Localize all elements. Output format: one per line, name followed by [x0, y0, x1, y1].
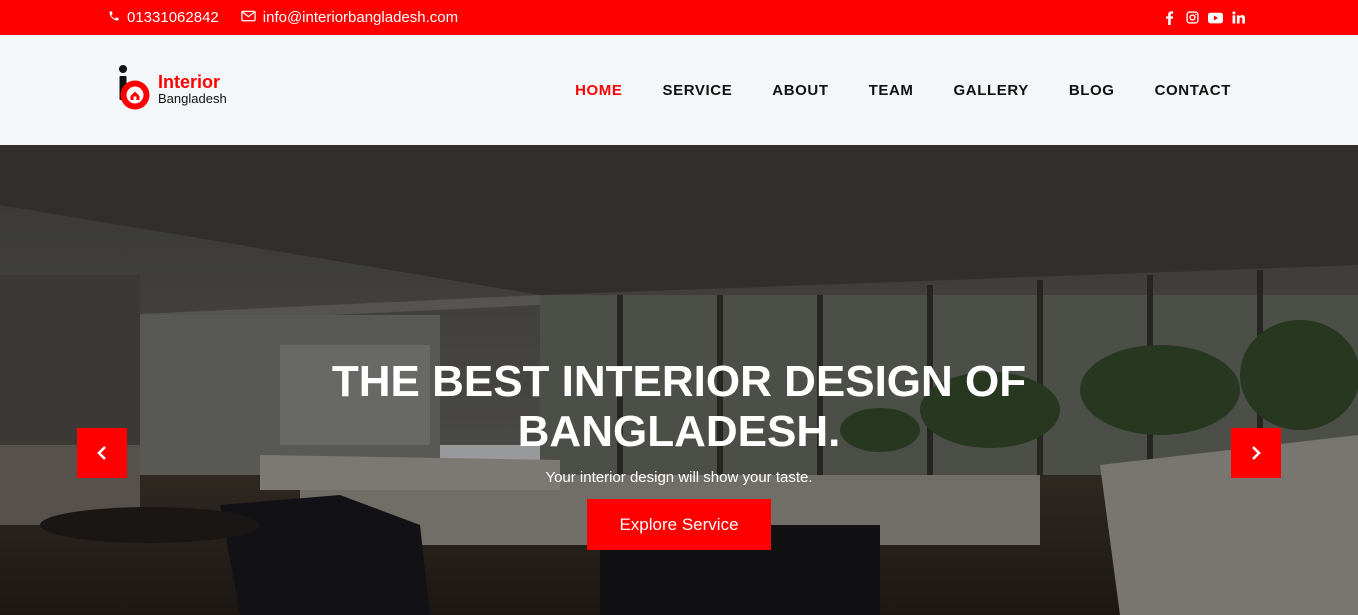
logo-line1: Interior	[158, 72, 221, 92]
slider-next-button[interactable]	[1231, 428, 1281, 478]
facebook-icon[interactable]	[1162, 10, 1177, 25]
nav-about[interactable]: ABOUT	[772, 82, 828, 99]
hero-headline-line2: BANGLADESH.	[517, 407, 841, 456]
site-header: Interior Bangladesh HOME SERVICE ABOUT T…	[0, 35, 1358, 145]
envelope-icon	[241, 9, 256, 26]
nav-home[interactable]: HOME	[575, 82, 622, 99]
hero-headline: THE BEST INTERIOR DESIGN OF BANGLADESH.	[0, 357, 1358, 457]
contact-info: 01331062842 info@interiorbangladesh.com	[108, 0, 458, 35]
chevron-left-icon	[97, 446, 106, 460]
email-contact[interactable]: info@interiorbangladesh.com	[241, 9, 458, 26]
phone-number: 01331062842	[127, 9, 219, 26]
logo-mark-icon	[119, 65, 150, 110]
site-logo[interactable]: Interior Bangladesh	[118, 63, 248, 115]
social-links	[1162, 0, 1246, 35]
nav-gallery[interactable]: GALLERY	[954, 82, 1029, 99]
nav-blog[interactable]: BLOG	[1069, 82, 1115, 99]
nav-contact[interactable]: CONTACT	[1155, 82, 1231, 99]
linkedin-icon[interactable]	[1231, 10, 1246, 25]
slider-prev-button[interactable]	[77, 428, 127, 478]
logo-text: Interior Bangladesh	[158, 73, 227, 105]
hero-subtitle: Your interior design will show your tast…	[545, 469, 813, 486]
phone-contact[interactable]: 01331062842	[108, 9, 219, 26]
explore-service-button[interactable]: Explore Service	[587, 499, 771, 550]
chevron-right-icon	[1252, 446, 1261, 460]
hero-slider: THE BEST INTERIOR DESIGN OF BANGLADESH. …	[0, 145, 1358, 615]
phone-icon	[108, 9, 120, 26]
logo-line2: Bangladesh	[158, 91, 227, 106]
top-bar: 01331062842 info@interiorbangladesh.com	[0, 0, 1358, 35]
main-nav: HOME SERVICE ABOUT TEAM GALLERY BLOG CON…	[575, 35, 1231, 145]
instagram-icon[interactable]	[1185, 10, 1200, 25]
youtube-icon[interactable]	[1208, 10, 1223, 25]
nav-service[interactable]: SERVICE	[663, 82, 733, 99]
hero-headline-line1: THE BEST INTERIOR DESIGN OF	[331, 357, 1027, 406]
email-address: info@interiorbangladesh.com	[262, 9, 459, 26]
nav-team[interactable]: TEAM	[869, 82, 914, 99]
